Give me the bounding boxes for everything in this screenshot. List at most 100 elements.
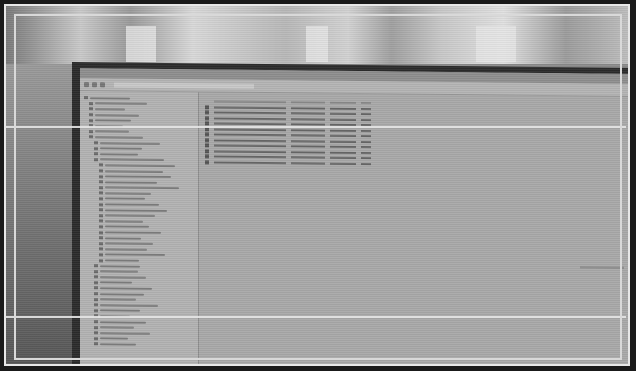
- glare-line: [4, 316, 626, 318]
- folder-icon: [99, 169, 103, 173]
- tree-item-label: [105, 214, 155, 218]
- folder-icon: [99, 225, 103, 229]
- folder-icon: [94, 269, 98, 273]
- back-icon[interactable]: [84, 81, 89, 87]
- folder-icon: [99, 214, 103, 218]
- tree-item-label: [105, 164, 175, 168]
- tree-item-label: [105, 192, 151, 195]
- tree-item-label: [105, 197, 145, 201]
- file-cell: [361, 113, 371, 116]
- file-cell: [361, 146, 371, 149]
- file-icon: [205, 132, 209, 137]
- file-cell: [330, 156, 356, 160]
- tree-item-label: [105, 181, 157, 184]
- file-cell: [361, 118, 371, 122]
- file-cell: [361, 129, 371, 133]
- file-cell: [330, 118, 356, 121]
- file-cell: [291, 112, 325, 116]
- folder-icon: [94, 141, 98, 145]
- folder-icon: [94, 337, 98, 341]
- file-icon: [205, 160, 209, 165]
- folder-icon: [94, 264, 98, 268]
- tree-item[interactable]: [80, 341, 198, 348]
- room-wall-left: [6, 64, 76, 364]
- tree-item-label: [100, 292, 144, 296]
- forward-icon[interactable]: [92, 81, 97, 87]
- tree-item-label: [95, 113, 139, 117]
- file-cell: [291, 106, 325, 110]
- folder-icon: [94, 309, 98, 313]
- tree-item-label: [105, 231, 161, 234]
- folder-tree[interactable]: [80, 91, 199, 364]
- up-icon[interactable]: [100, 81, 105, 87]
- tree-item-label: [105, 253, 165, 257]
- tree-item-label: [105, 225, 149, 229]
- tree-item-label: [100, 281, 132, 285]
- file-cell: [291, 128, 325, 132]
- tree-item-label: [100, 304, 158, 307]
- folder-icon: [94, 158, 98, 162]
- tree-item-label: [105, 220, 143, 223]
- file-cell: [291, 139, 325, 143]
- tree-item-label: [105, 186, 179, 190]
- folder-icon: [89, 135, 93, 139]
- tree-item-label: [95, 136, 143, 139]
- file-cell: [214, 106, 286, 110]
- room-background: [6, 6, 628, 64]
- tree-item-label: [100, 309, 140, 313]
- tree-item-label: [105, 169, 163, 173]
- column-header[interactable]: [361, 102, 371, 105]
- folder-icon: [84, 96, 88, 100]
- tree-item-label: [105, 175, 171, 179]
- tree-item-label: [100, 298, 136, 301]
- folder-icon: [94, 146, 98, 150]
- tree-item-label: [105, 236, 141, 240]
- file-cell: [330, 129, 356, 132]
- monitor: [72, 62, 628, 364]
- folder-icon: [94, 331, 98, 335]
- file-icon: [205, 110, 209, 115]
- file-cell: [291, 156, 325, 160]
- file-cell: [330, 162, 356, 165]
- window-pane: [306, 26, 328, 62]
- folder-icon: [94, 320, 98, 324]
- file-cell: [214, 111, 286, 115]
- status-text: [580, 266, 624, 269]
- folder-icon: [99, 219, 103, 223]
- file-cell: [361, 151, 371, 155]
- window-pane: [126, 26, 156, 62]
- folder-icon: [99, 180, 103, 184]
- folder-icon: [89, 102, 93, 106]
- tree-item-label: [100, 147, 142, 150]
- tree-item-label: [100, 343, 136, 346]
- file-cell: [291, 150, 325, 154]
- glare-line: [4, 126, 626, 128]
- file-list[interactable]: [199, 92, 628, 364]
- folder-icon: [94, 275, 98, 279]
- address-bar[interactable]: [114, 81, 254, 89]
- tree-item-label: [95, 119, 131, 122]
- folder-icon: [89, 130, 93, 134]
- window-pane: [476, 26, 516, 62]
- tree-item-label: [105, 203, 159, 206]
- file-icon: [205, 149, 209, 154]
- tree-item-label: [105, 209, 167, 212]
- tree-item-label: [100, 326, 134, 329]
- file-cell: [361, 107, 371, 111]
- file-cell: [330, 145, 356, 149]
- file-cell: [214, 128, 286, 132]
- column-header[interactable]: [214, 100, 286, 104]
- file-icon: [205, 143, 209, 148]
- column-header[interactable]: [291, 101, 325, 104]
- tree-item-label: [100, 276, 146, 279]
- folder-icon: [94, 292, 98, 296]
- folder-icon: [89, 113, 93, 117]
- folder-icon: [99, 208, 103, 212]
- tree-item-label: [95, 102, 147, 106]
- column-header[interactable]: [330, 101, 356, 104]
- file-cell: [291, 134, 325, 138]
- folder-icon: [99, 202, 103, 206]
- folder-icon: [99, 236, 103, 240]
- file-cell: [361, 162, 371, 166]
- file-cell: [361, 140, 371, 144]
